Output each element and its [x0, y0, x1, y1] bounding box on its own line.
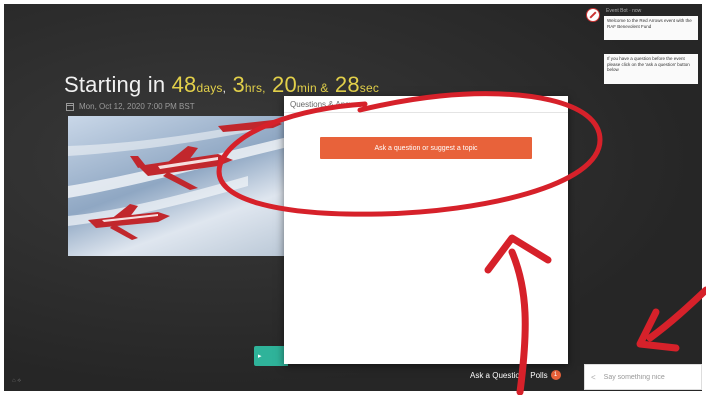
notification-message-question: If you have a question before the event …	[604, 54, 698, 84]
qa-panel-title: Questions & Answers	[290, 100, 367, 109]
countdown-comma: ,	[222, 81, 227, 95]
green-action-icon: ▸	[258, 353, 262, 360]
ask-question-link[interactable]: Ask a Question	[470, 371, 524, 380]
countdown-seconds-unit: sec	[359, 81, 380, 95]
green-action-button[interactable]: ▸	[254, 346, 288, 366]
countdown-minutes-unit: min &	[296, 81, 329, 95]
bottom-action-bar: Ask a Question Polls 1	[470, 370, 561, 380]
chevron-left-icon[interactable]: <	[591, 373, 596, 382]
qa-divider	[284, 112, 568, 113]
countdown-timer: Starting in 48days, 3hrs, 20min & 28sec	[64, 72, 379, 98]
countdown-days-unit: days	[196, 81, 223, 95]
notification-message-welcome: Welcome to the Red Arrows event with the…	[604, 16, 698, 40]
notification-header: Event Bot · now	[606, 8, 642, 14]
polls-count-badge: 1	[550, 370, 561, 380]
countdown-hours-unit: hrs,	[244, 81, 266, 95]
footer-left-mark: ⌂ ⟡	[12, 378, 22, 384]
qa-panel: Questions & Answers Ask a question or su…	[284, 96, 568, 364]
ask-question-button[interactable]: Ask a question or suggest a topic	[320, 137, 532, 159]
countdown-hours: 3	[232, 72, 245, 97]
event-image	[68, 116, 292, 256]
polls-button[interactable]: Polls 1	[530, 370, 561, 380]
countdown-prefix: Starting in	[64, 72, 166, 97]
countdown-days: 48	[171, 72, 197, 97]
no-entry-avatar-icon	[586, 8, 600, 22]
calendar-icon	[66, 102, 74, 111]
chat-input[interactable]	[601, 372, 696, 382]
polls-label: Polls	[530, 370, 548, 380]
countdown-minutes: 20	[272, 72, 297, 97]
countdown-seconds: 28	[334, 72, 360, 97]
chat-notification: Event Bot · now Welcome to the Red Arrow…	[582, 4, 702, 94]
event-date-text: Mon, Oct 12, 2020 7:00 PM BST	[79, 102, 195, 111]
chat-input-box[interactable]: <	[584, 364, 702, 390]
event-date: Mon, Oct 12, 2020 7:00 PM BST	[66, 102, 195, 111]
red-arrows-jets-icon	[68, 120, 292, 240]
